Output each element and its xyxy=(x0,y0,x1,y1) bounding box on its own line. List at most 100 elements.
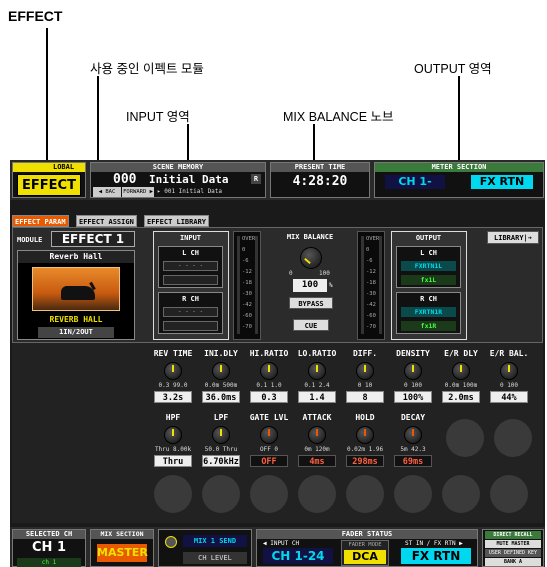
param-value: 1.4 xyxy=(298,391,336,403)
param-name: DENSITY xyxy=(396,349,430,358)
param-knob[interactable] xyxy=(404,426,422,444)
input-r-ch[interactable]: R CH - - - - xyxy=(158,292,223,334)
library-button[interactable]: LIBRARY|➔ xyxy=(487,231,539,244)
output-r-bus: FXRTN1R xyxy=(401,307,456,317)
mix-section-block: MIX SECTION MASTER xyxy=(90,529,154,567)
param-knob[interactable] xyxy=(308,426,326,444)
param-knob[interactable] xyxy=(260,362,278,380)
param-e-r-bal[interactable]: E/R BAL. 0 100 44% xyxy=(486,349,532,409)
meter-tick: -60 xyxy=(366,313,376,319)
mix-send-button[interactable]: MIX 1 SEND xyxy=(183,535,247,547)
fader-status-label: FADER STATUS xyxy=(257,530,477,539)
param-diff[interactable]: DIFF. 0 10 8 xyxy=(342,349,388,409)
output-area: OUTPUT L CH FXRTN1L fx1L R CH FXRTN1R fx… xyxy=(391,231,467,340)
knob-pointer xyxy=(364,365,366,372)
mute-master[interactable]: MUTE MASTER xyxy=(485,540,541,548)
param-gate-lvl[interactable]: GATE LVL OFF 0 OFF xyxy=(246,413,292,473)
mix-scale-min: 0 xyxy=(289,270,293,277)
param-knob[interactable] xyxy=(164,362,182,380)
tab-effect-library[interactable]: EFFECT LIBRARY xyxy=(144,215,210,227)
module-selector[interactable]: EFFECT 1 xyxy=(51,231,135,247)
param-range: 0 10 xyxy=(357,382,373,389)
param-knob[interactable] xyxy=(500,362,518,380)
meter-ch-button[interactable]: CH 1- xyxy=(385,175,445,189)
meter-fx-button[interactable]: FX RTN xyxy=(471,175,533,189)
input-ch-button[interactable]: CH 1-24 xyxy=(263,548,333,564)
knob-pointer xyxy=(508,365,510,372)
knob-pointer xyxy=(268,365,270,372)
param-decay[interactable]: DECAY 5m 42.3 69ms xyxy=(390,413,436,473)
mix-unit: % xyxy=(329,282,333,289)
bank-button[interactable]: BANK A xyxy=(485,558,541,566)
param-knob[interactable] xyxy=(356,362,374,380)
meter-tick: OVER xyxy=(366,236,380,242)
param-hi-ratio[interactable]: HI.RATIO 0.1 1.0 0.3 xyxy=(246,349,292,409)
mix-send-block: MIX 1 SEND CH LEVEL xyxy=(158,529,252,567)
param-name: LO.RATIO xyxy=(297,349,337,358)
cue-button[interactable]: CUE xyxy=(293,319,329,331)
output-r-ch[interactable]: R CH FXRTN1R fx1R xyxy=(396,292,461,334)
direct-recall[interactable]: DIRECT RECALL xyxy=(485,531,541,539)
ch-level-button[interactable]: CH LEVEL xyxy=(183,552,247,564)
selected-ch-label: SELECTED CH xyxy=(13,530,85,539)
empty-knob-slot xyxy=(250,475,288,513)
param-range: Thru 8.00k xyxy=(154,446,192,453)
mix-value: 100 xyxy=(293,279,327,292)
back-button[interactable]: ◀ BAC xyxy=(93,187,121,197)
param-knob[interactable] xyxy=(212,426,230,444)
param-density[interactable]: DENSITY 0 100 100% xyxy=(390,349,436,409)
param-name: LPF xyxy=(213,413,229,422)
meter-tick: -12 xyxy=(242,269,252,275)
input-r-ch-value: - - - - xyxy=(163,307,218,317)
param-knob[interactable] xyxy=(212,362,230,380)
param-name: HPF xyxy=(165,413,181,422)
param-knob[interactable] xyxy=(308,362,326,380)
meter-tick: 0 xyxy=(366,247,370,253)
param-hpf[interactable]: HPF Thru 8.00k Thru xyxy=(150,413,196,473)
fader-mode-button[interactable]: DCA xyxy=(344,550,386,564)
empty-knob-slot xyxy=(154,475,192,513)
bottom-status-bar: SELECTED CH CH 1 ch 1 MIX SECTION MASTER… xyxy=(10,527,545,567)
param-knob[interactable] xyxy=(356,426,374,444)
tab-effect-param[interactable]: EFFECT PARAM xyxy=(12,215,69,227)
param-value: 44% xyxy=(490,391,528,403)
param-value: OFF xyxy=(250,455,288,467)
scene-protect-flag: R xyxy=(251,174,261,184)
param-knob[interactable] xyxy=(260,426,278,444)
output-l-ch[interactable]: L CH FXRTN1L fx1L xyxy=(396,246,461,288)
meter-tick: -70 xyxy=(242,324,252,330)
param-value: 3.2s xyxy=(154,391,192,403)
param-range: 0.0m 100m xyxy=(444,382,478,389)
tab-effect-assign[interactable]: EFFECT ASSIGN xyxy=(76,215,137,227)
bypass-button[interactable]: BYPASS xyxy=(289,297,333,309)
knob-pointer xyxy=(460,365,462,372)
param-name: REV TIME xyxy=(153,349,193,358)
param-e-r-dly[interactable]: E/R DLY 0.0m 100m 2.0ms xyxy=(438,349,484,409)
param-knob[interactable] xyxy=(404,362,422,380)
forward-button[interactable]: FORWARD ▶ xyxy=(122,187,154,197)
scene-number: 000 xyxy=(113,172,137,187)
master-button[interactable]: MASTER xyxy=(97,544,148,562)
param-knob[interactable] xyxy=(452,362,470,380)
effect-panel: MODULE EFFECT 1 Reverb Hall REVERB HALL … xyxy=(12,227,543,343)
meter-section-block: METER SECTION CH 1- FX RTN xyxy=(374,162,544,198)
st-in-button[interactable]: FX RTN xyxy=(401,548,471,564)
param-lo-ratio[interactable]: LO.RATIO 0.1 2.4 1.4 xyxy=(294,349,340,409)
param-knob[interactable] xyxy=(164,426,182,444)
empty-knob-slot xyxy=(202,475,240,513)
param-ini-dly[interactable]: INI.DLY 0.0m 500m 36.0ms xyxy=(198,349,244,409)
knob-pointer xyxy=(316,365,318,372)
meter-tick: -6 xyxy=(366,258,373,264)
param-rev-time[interactable]: REV TIME 0.3 99.0 3.2s xyxy=(150,349,196,409)
mix-balance-knob[interactable] xyxy=(300,247,322,269)
meter-tick: -42 xyxy=(366,302,376,308)
output-r-sub: fx1R xyxy=(401,321,456,331)
param-value: 2.0ms xyxy=(442,391,480,403)
input-l-ch-value: - - - - xyxy=(163,261,218,271)
param-attack[interactable]: ATTACK 0m 120m 4ms xyxy=(294,413,340,473)
param-hold[interactable]: HOLD 0.02m 1.96 298ms xyxy=(342,413,388,473)
param-name: DECAY xyxy=(400,413,426,422)
user-defined-key: USER DEFINED KEY xyxy=(485,549,541,557)
param-lpf[interactable]: LPF 50.0 Thru 6.70kHz xyxy=(198,413,244,473)
input-l-ch[interactable]: L CH - - - - xyxy=(158,246,223,288)
